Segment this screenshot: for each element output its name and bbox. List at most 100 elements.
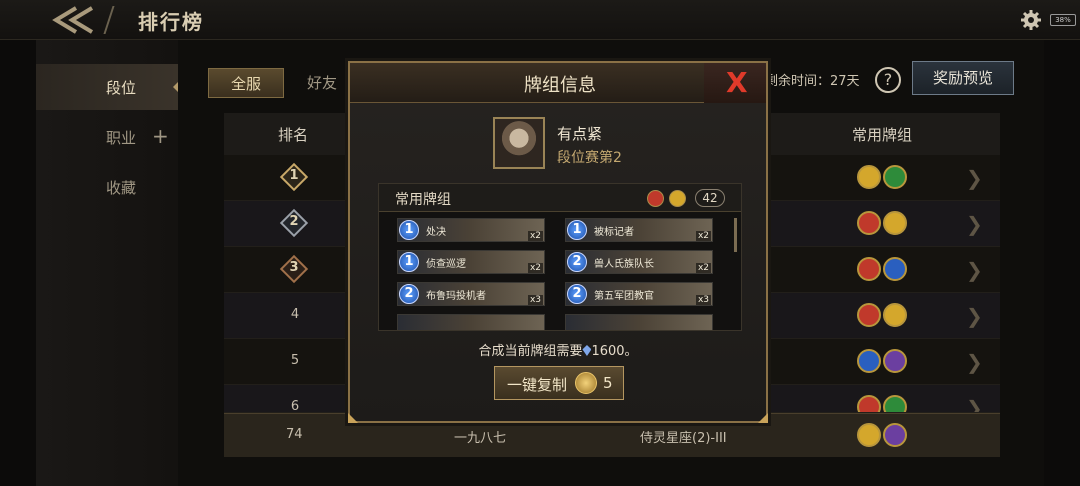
remaining-time: 剩余时间：27天 [765, 74, 860, 89]
card-count: 42 [695, 189, 725, 207]
rank-number: 4 [290, 307, 300, 322]
card-item[interactable]: 1 被标记者 x2 [565, 218, 713, 242]
deck-class-icons [857, 423, 917, 449]
endurance-icon [883, 423, 907, 447]
deck-class-icons [857, 165, 917, 191]
willpower-icon [669, 190, 686, 207]
deck-list: 常用牌组 42 1 处决 x2 1 被标记者 x2 1 侦查巡逻 x2 2 兽人… [378, 183, 742, 331]
back-button[interactable] [8, 0, 108, 40]
strength-icon [857, 395, 881, 412]
endurance-icon [883, 349, 907, 373]
card-cost: 2 [399, 284, 419, 304]
deck-class-icons [857, 303, 917, 329]
copy-deck-button[interactable]: 一键复制 5 [494, 366, 624, 400]
willpower-icon [857, 165, 881, 189]
card-item-partial[interactable] [565, 314, 713, 330]
card-item[interactable]: 2 布鲁玛投机者 x3 [397, 282, 545, 306]
card-name: 兽人氏族队长 [594, 259, 654, 270]
craft-prefix: 合成当前牌组需要 [478, 344, 583, 359]
card-item[interactable]: 1 侦查巡逻 x2 [397, 250, 545, 274]
strength-icon [857, 303, 881, 327]
rank-number: 5 [290, 353, 300, 368]
sidebar-item-label: 收藏 [106, 179, 137, 197]
intelligence-icon [883, 257, 907, 281]
chevron-right-icon: ❯ [966, 396, 983, 413]
close-icon: X [726, 66, 748, 99]
gear-icon[interactable] [1020, 9, 1042, 31]
help-icon[interactable]: ? [875, 67, 901, 93]
tab-friends[interactable]: 好友 [292, 68, 352, 98]
craft-cost-text: 合成当前牌组需要 1600。 [350, 340, 766, 359]
card-cost: 2 [567, 252, 587, 272]
sidebar-item-rank[interactable]: 段位 [36, 64, 178, 110]
card-cost: 1 [399, 252, 419, 272]
my-tier: 侍灵星座(2)-III [640, 431, 727, 446]
strength-icon [647, 190, 664, 207]
agility-icon [883, 395, 907, 412]
column-header-deck: 常用牌组 [852, 126, 913, 144]
willpower-icon [883, 303, 907, 327]
column-header-rank: 排名 [278, 126, 309, 144]
card-item[interactable]: 1 处决 x2 [397, 218, 545, 242]
chevron-right-icon: ❯ [966, 304, 983, 328]
close-button[interactable]: X [704, 63, 766, 103]
sidebar-item-collection[interactable]: 收藏 [36, 164, 178, 210]
card-name: 被标记者 [594, 227, 634, 238]
scrollbar[interactable] [734, 218, 737, 252]
deck-header: 常用牌组 42 [379, 184, 741, 212]
card-item[interactable]: 2 第五军团教官 x3 [565, 282, 713, 306]
strength-icon [857, 257, 881, 281]
card-item-partial[interactable] [397, 314, 545, 330]
frame-corner [758, 413, 768, 423]
sidebar-item-label: 段位 [106, 79, 137, 97]
card-name: 处决 [426, 227, 446, 238]
player-avatar [493, 117, 545, 169]
player-name: 有点紧 [557, 125, 603, 143]
card-name: 布鲁玛投机者 [426, 291, 486, 302]
my-rank: 74 [286, 427, 303, 442]
plus-icon: + [152, 124, 169, 148]
rank-badge: 2 [279, 208, 309, 238]
top-bar: 排行榜 38% [0, 0, 1080, 40]
tab-global[interactable]: 全服 [208, 68, 284, 98]
card-item[interactable]: 2 兽人氏族队长 x2 [565, 250, 713, 274]
deck-class-icons [857, 211, 917, 237]
card-copies: x2 [695, 263, 711, 273]
sidebar-item-label: 职业 [106, 129, 137, 147]
card-cost: 1 [399, 220, 419, 240]
craft-amount: 1600。 [591, 344, 638, 359]
card-name: 侦查巡逻 [426, 259, 466, 270]
page-title: 排行榜 [138, 10, 204, 34]
card-copies: x2 [527, 263, 543, 273]
card-copies: x2 [695, 231, 711, 241]
strength-icon [857, 211, 881, 235]
battery-indicator: 38% [1050, 14, 1076, 26]
deck-class-icons [857, 349, 917, 375]
card-cost: 1 [567, 220, 587, 240]
card-cost: 2 [567, 284, 587, 304]
back-arrow-icon [52, 6, 94, 34]
deck-info-modal: 牌组信息 X 有点紧 段位赛第2 常用牌组 42 1 处决 x2 1 被标记者 … [348, 61, 768, 423]
chevron-right-icon: ❯ [966, 350, 983, 374]
copy-button-label: 一键复制 [507, 376, 568, 394]
deck-class-icons [857, 257, 917, 283]
intelligence-icon [857, 349, 881, 373]
reward-preview-button[interactable]: 奖励预览 [912, 61, 1014, 95]
player-rank: 段位赛第2 [557, 150, 622, 166]
card-copies: x3 [695, 295, 711, 305]
modal-title: 牌组信息 [524, 75, 596, 96]
willpower-icon [883, 211, 907, 235]
chevron-right-icon: ❯ [966, 258, 983, 282]
rank-number: 6 [290, 399, 300, 413]
card-copies: x3 [527, 295, 543, 305]
card-list[interactable]: 1 处决 x2 1 被标记者 x2 1 侦查巡逻 x2 2 兽人氏族队长 x2 … [379, 214, 741, 330]
agility-icon [883, 165, 907, 189]
rank-badge: 1 [279, 162, 309, 192]
deck-class-icons [857, 395, 917, 412]
sidebar: 段位 职业 + 收藏 [36, 40, 178, 486]
deck-label: 常用牌组 [395, 192, 451, 208]
chevron-right-icon: ❯ [966, 166, 983, 190]
sidebar-item-class[interactable]: 职业 + [36, 114, 178, 160]
card-copies: x2 [527, 231, 543, 241]
copy-cost: 5 [603, 374, 613, 392]
